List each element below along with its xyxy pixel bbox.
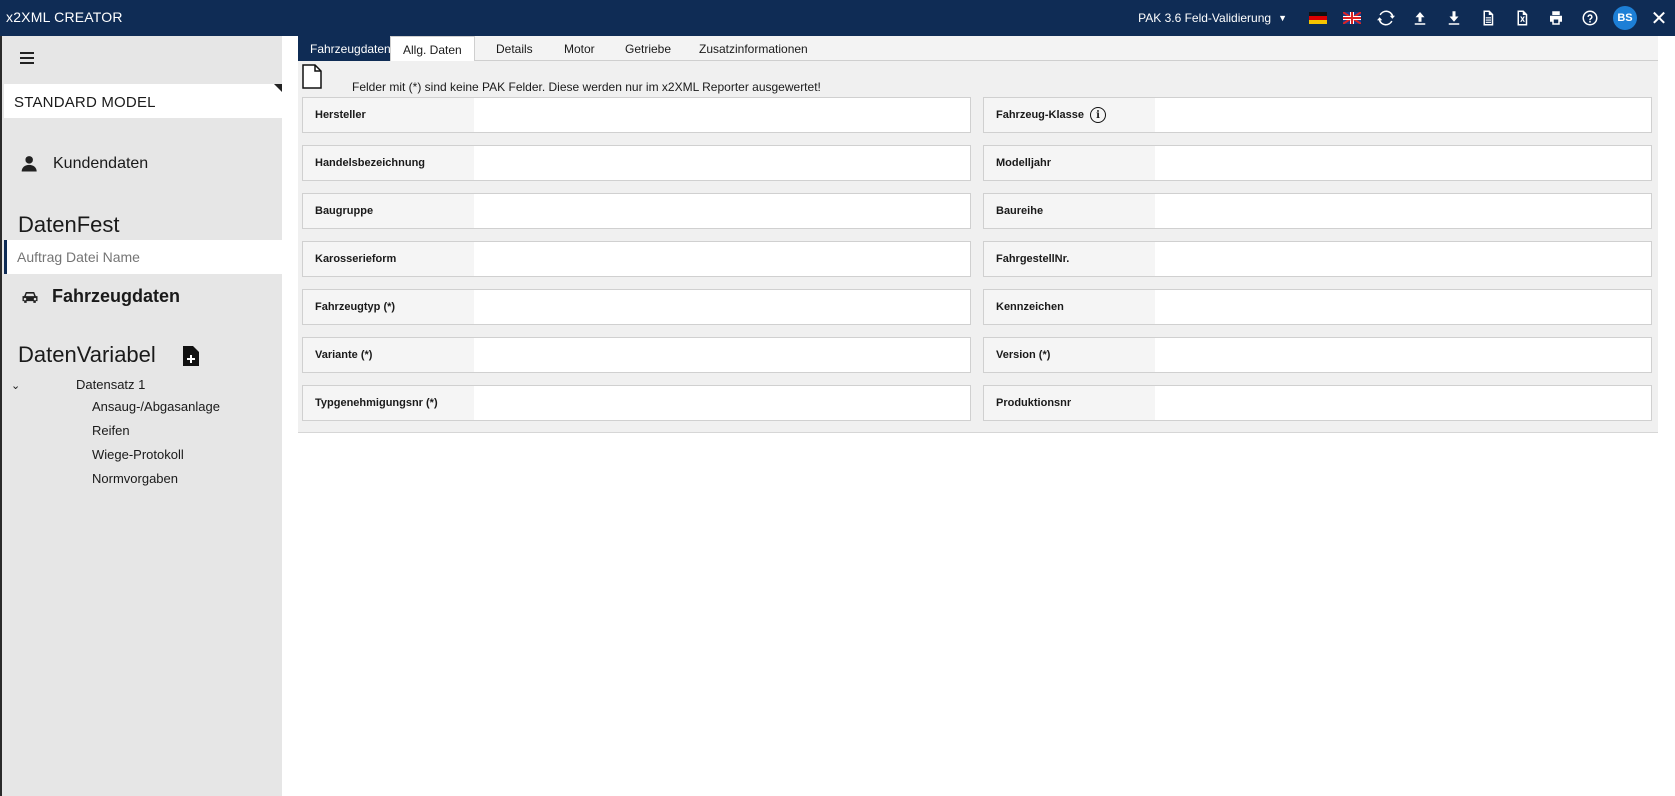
close-button[interactable]: ✕	[1643, 0, 1675, 36]
corner-dropdown-icon	[274, 84, 282, 92]
field-variante: Variante (*)	[302, 337, 971, 373]
nav-fahrzeugdaten-label: Fahrzeugdaten	[52, 286, 181, 306]
nav-kundendaten[interactable]: Kundendaten	[20, 154, 148, 174]
kennzeichen-input[interactable]	[1155, 290, 1651, 324]
field-handelsbezeichnung: Handelsbezeichnung	[302, 145, 971, 181]
menu-icon[interactable]	[20, 52, 36, 64]
tab-details[interactable]: Details	[484, 36, 545, 61]
field-typgenehmigungsnr: Typgenehmigungsnr (*)	[302, 385, 971, 421]
field-label: Produktionsnr	[984, 386, 1155, 420]
car-icon	[22, 291, 38, 303]
tree-item[interactable]: Normvorgaben	[92, 471, 178, 486]
section-datenfest: DatenFest	[18, 212, 120, 237]
info-icon[interactable]: i	[1090, 107, 1107, 123]
tab-fahrzeugdaten[interactable]: Fahrzeugdaten	[298, 36, 403, 61]
document-outline-icon	[302, 64, 322, 89]
print-icon[interactable]	[1539, 0, 1573, 36]
title-bar: x2XML CREATOR PAK 3.6 Feld-Validierung ▼…	[0, 0, 1675, 36]
field-modelljahr: Modelljahr	[983, 145, 1652, 181]
tab-motor[interactable]: Motor	[552, 36, 607, 61]
main-area: Fahrzeugdaten Allg. Daten Details Motor …	[282, 36, 1675, 796]
field-label: Fahrzeugtyp (*)	[303, 290, 474, 324]
tree-item[interactable]: Reifen	[92, 423, 130, 438]
field-label: Version (*)	[984, 338, 1155, 372]
field-baugruppe: Baugruppe	[302, 193, 971, 229]
typgenehmigungsnr-input[interactable]	[474, 386, 970, 420]
fahrzeug-klasse-input[interactable]	[1155, 98, 1651, 132]
field-baureihe: Baureihe	[983, 193, 1652, 229]
help-icon[interactable]	[1573, 0, 1607, 36]
nav-kundendaten-label: Kundendaten	[53, 155, 149, 172]
allg-daten-panel: Felder mit (*) sind keine PAK Felder. Di…	[298, 61, 1658, 433]
chevron-down-icon: ▼	[1278, 13, 1287, 23]
field-version: Version (*)	[983, 337, 1652, 373]
add-file-icon[interactable]	[182, 346, 200, 366]
tab-bar: Fahrzeugdaten Allg. Daten Details Motor …	[298, 36, 1658, 62]
fahrzeugtyp-input[interactable]	[474, 290, 970, 324]
karosserieform-input[interactable]	[474, 242, 970, 276]
customer-icon	[21, 156, 40, 172]
field-label: Baugruppe	[303, 194, 474, 228]
field-label: Baureihe	[984, 194, 1155, 228]
model-select-value: STANDARD MODEL	[14, 94, 156, 111]
field-label: Variante (*)	[303, 338, 474, 372]
tab-allg-daten[interactable]: Allg. Daten	[390, 36, 475, 62]
field-fahrgestellnr: FahrgestellNr.	[983, 241, 1652, 277]
field-label-wrapper: Fahrzeug-Klasse i	[984, 98, 1155, 132]
tree-item[interactable]: Ansaug-/Abgasanlage	[92, 399, 220, 414]
sidebar: STANDARD MODEL Kundendaten DatenFest Fah…	[0, 36, 282, 796]
hersteller-input[interactable]	[474, 98, 970, 132]
section-datenvariabel: DatenVariabel	[18, 342, 156, 367]
pak-notice: Felder mit (*) sind keine PAK Felder. Di…	[352, 80, 821, 94]
baureihe-input[interactable]	[1155, 194, 1651, 228]
nav-fahrzeugdaten[interactable]: Fahrzeugdaten	[20, 286, 180, 307]
fahrgestellnr-input[interactable]	[1155, 242, 1651, 276]
variante-input[interactable]	[474, 338, 970, 372]
field-label: Kennzeichen	[984, 290, 1155, 324]
field-label: Modelljahr	[984, 146, 1155, 180]
field-label: Fahrzeug-Klasse	[996, 109, 1085, 121]
validation-label: PAK 3.6 Feld-Validierung	[1138, 11, 1272, 25]
field-label: Karosserieform	[303, 242, 474, 276]
tab-getriebe[interactable]: Getriebe	[613, 36, 683, 61]
app-title: x2XML CREATOR	[6, 9, 123, 25]
tree-item-datensatz[interactable]: Datensatz 1	[76, 377, 145, 392]
title-bar-actions: PAK 3.6 Feld-Validierung ▼ BS ✕	[1138, 0, 1675, 36]
field-label: FahrgestellNr.	[984, 242, 1155, 276]
baugruppe-input[interactable]	[474, 194, 970, 228]
model-select[interactable]: STANDARD MODEL	[4, 84, 282, 118]
modelljahr-input[interactable]	[1155, 146, 1651, 180]
field-fahrzeugtyp: Fahrzeugtyp (*)	[302, 289, 971, 325]
field-label: Hersteller	[303, 98, 474, 132]
field-label: Handelsbezeichnung	[303, 146, 474, 180]
field-fahrzeug-klasse: Fahrzeug-Klasse i	[983, 97, 1652, 133]
field-produktionsnr: Produktionsnr	[983, 385, 1652, 421]
auftrag-filename-input[interactable]	[4, 240, 282, 274]
download-icon[interactable]	[1437, 0, 1471, 36]
field-kennzeichen: Kennzeichen	[983, 289, 1652, 325]
version-input[interactable]	[1155, 338, 1651, 372]
upload-icon[interactable]	[1403, 0, 1437, 36]
refresh-icon[interactable]	[1369, 0, 1403, 36]
produktionsnr-input[interactable]	[1155, 386, 1651, 420]
tree-item[interactable]: Wiege-Protokoll	[92, 447, 184, 462]
flag-de-icon[interactable]	[1309, 12, 1327, 24]
field-hersteller: Hersteller	[302, 97, 971, 133]
user-avatar[interactable]: BS	[1613, 6, 1637, 30]
excel-icon[interactable]	[1505, 0, 1539, 36]
handelsbezeichnung-input[interactable]	[474, 146, 970, 180]
tree-collapse-icon[interactable]: ⌄	[11, 379, 20, 392]
field-karosserieform: Karosserieform	[302, 241, 971, 277]
validation-dropdown[interactable]: PAK 3.6 Feld-Validierung ▼	[1138, 11, 1287, 25]
field-label: Typgenehmigungsnr (*)	[303, 386, 474, 420]
document-icon[interactable]	[1471, 0, 1505, 36]
flag-uk-icon[interactable]	[1343, 12, 1361, 24]
tab-zusatzinformationen[interactable]: Zusatzinformationen	[687, 36, 820, 61]
